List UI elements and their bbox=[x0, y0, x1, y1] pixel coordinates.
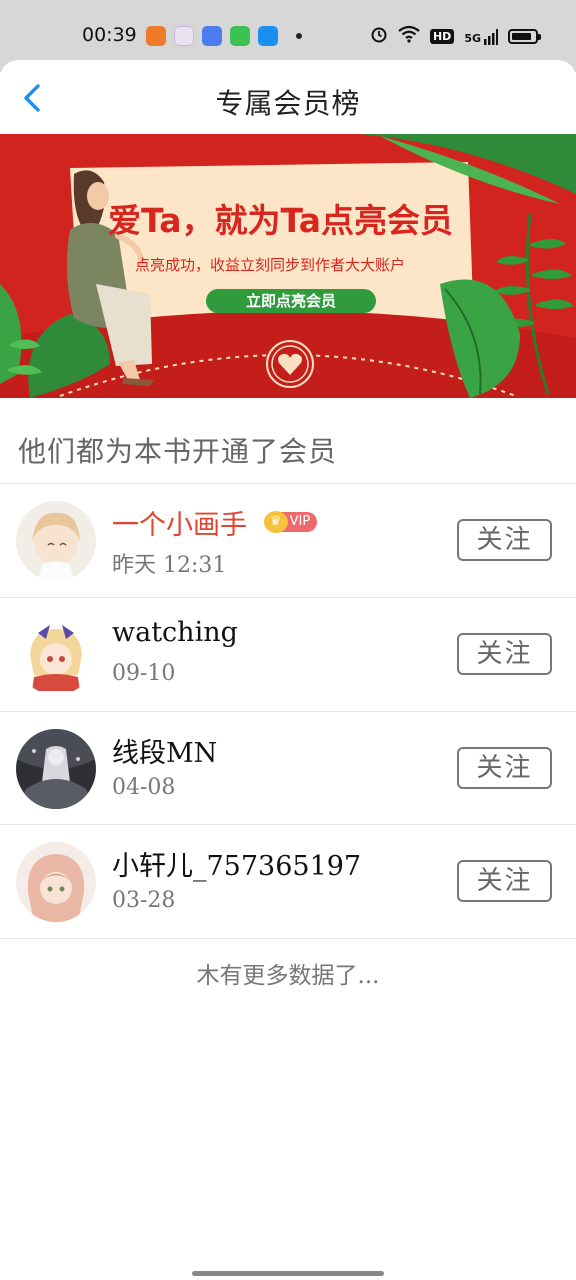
member-name: 小轩儿_757365197 bbox=[112, 851, 362, 882]
home-indicator[interactable] bbox=[192, 1271, 384, 1276]
follow-button[interactable]: 关注 bbox=[457, 747, 552, 789]
follow-button[interactable]: 关注 bbox=[457, 633, 552, 675]
banner-headline: 爱Ta，就为Ta点亮会员 bbox=[108, 201, 454, 240]
member-name: 一个小画手 ♛ VIP bbox=[112, 503, 318, 542]
no-more-data-text: 木有更多数据了... bbox=[196, 963, 380, 989]
banner-subline: 点亮成功，收益立刻同步到作者大大账户 bbox=[135, 256, 406, 274]
notification-icons bbox=[146, 26, 302, 46]
avatar[interactable] bbox=[16, 729, 96, 809]
avatar[interactable] bbox=[16, 842, 96, 922]
system-status-icons: HD 5G bbox=[370, 25, 541, 48]
banner-cta-label: 立即点亮会员 bbox=[245, 292, 336, 310]
battery-level bbox=[512, 33, 531, 40]
page-title: 专属会员榜 bbox=[215, 87, 361, 120]
cellular-signal-icon: 5G bbox=[464, 28, 498, 45]
member-time: 03-28 bbox=[112, 888, 176, 913]
banner-cta-button[interactable]: 立即点亮会员 bbox=[206, 289, 376, 313]
crown-icon: ♛ bbox=[263, 510, 288, 533]
member-row[interactable]: 一个小画手 ♛ VIP 昨天 12:31 关注 bbox=[0, 484, 576, 597]
app-header: 专属会员榜 bbox=[0, 60, 576, 134]
avatar[interactable] bbox=[16, 501, 96, 581]
membership-promo-banner[interactable]: 爱Ta，就为Ta点亮会员 点亮成功，收益立刻同步到作者大大账户 立即点亮会员 bbox=[0, 134, 576, 398]
section-title: 他们都为本书开通了会员 bbox=[18, 435, 338, 468]
alarm-icon bbox=[370, 25, 388, 48]
member-name: 线段MN bbox=[112, 738, 218, 769]
wechat-store-app-icon bbox=[230, 26, 250, 46]
follow-button[interactable]: 关注 bbox=[457, 519, 552, 561]
member-row[interactable]: 小轩儿_757365197 03-28 关注 bbox=[0, 825, 576, 938]
member-time: 04-08 bbox=[112, 775, 176, 800]
member-name: watching bbox=[112, 617, 238, 648]
avatar[interactable] bbox=[16, 615, 96, 695]
member-row[interactable]: 线段MN 04-08 关注 bbox=[0, 712, 576, 825]
alipay-app-icon bbox=[258, 26, 278, 46]
books-app-icon bbox=[146, 26, 166, 46]
member-time: 昨天 12:31 bbox=[112, 553, 227, 578]
wifi-icon bbox=[398, 25, 420, 48]
status-time: 00:39 bbox=[82, 24, 137, 46]
hd-voice-icon: HD bbox=[429, 29, 455, 44]
more-notifications-dot bbox=[296, 33, 302, 39]
battery-icon bbox=[508, 29, 541, 44]
member-row[interactable]: watching 09-10 关注 bbox=[0, 598, 576, 711]
photos-app-icon bbox=[174, 26, 194, 46]
vip-badge: ♛ VIP bbox=[263, 510, 318, 533]
divider bbox=[0, 938, 576, 939]
follow-button[interactable]: 关注 bbox=[457, 860, 552, 902]
member-time: 09-10 bbox=[112, 661, 176, 686]
launcher-app-icon bbox=[202, 26, 222, 46]
